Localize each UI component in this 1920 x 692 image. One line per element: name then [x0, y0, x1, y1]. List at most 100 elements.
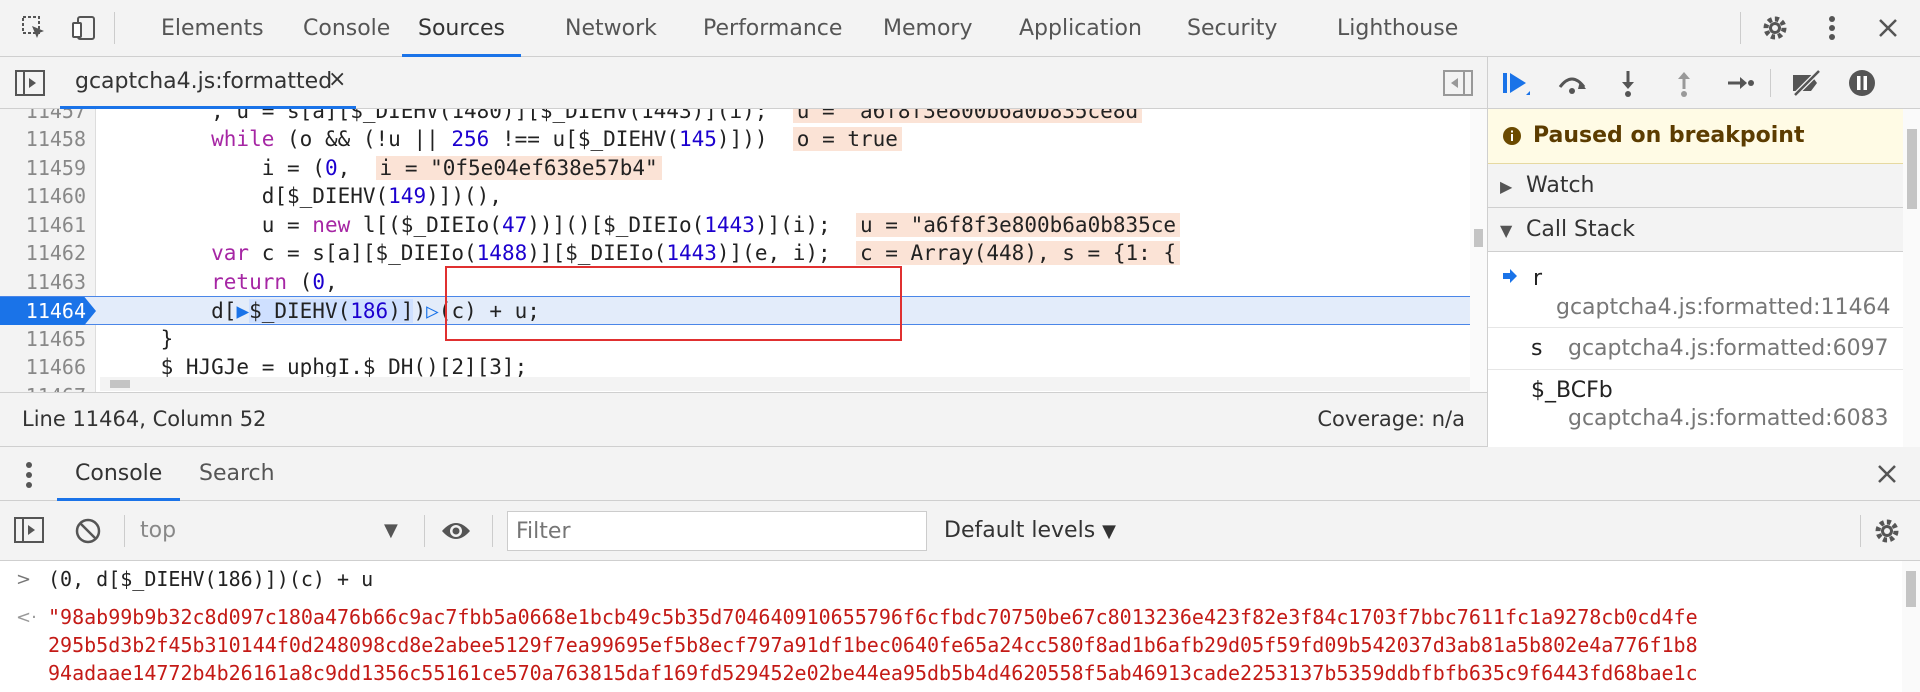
- frame-location[interactable]: gcaptcha4.js:formatted:11464: [1556, 295, 1891, 320]
- inspect-element-icon[interactable]: [16, 10, 52, 46]
- inline-value: o = true: [792, 127, 902, 151]
- debugger-toolbar: [1488, 57, 1920, 109]
- sidebar-vertical-scrollbar[interactable]: [1903, 109, 1920, 447]
- tab-sources[interactable]: Sources: [402, 0, 522, 57]
- devtools-toolbar: Elements Console Sources Network Perform…: [0, 0, 1920, 57]
- line-number[interactable]: 11461: [0, 211, 86, 239]
- code-text: var c = s[a][$_DIEIo(1488)][$_DIEIo(1443…: [110, 239, 1181, 267]
- console-output[interactable]: > (0, d[$_DIEHV(186)])(c) + u <· "98ab99…: [0, 561, 1920, 692]
- line-number[interactable]: 11466: [0, 353, 86, 381]
- scrollbar-thumb[interactable]: [110, 380, 130, 388]
- editor-vertical-scrollbar[interactable]: [1470, 109, 1487, 392]
- console-input-echo: (0, d[$_DIEHV(186)])(c) + u: [48, 567, 374, 591]
- line-number[interactable]: 11459: [0, 154, 86, 182]
- scrollbar-thumb[interactable]: [1474, 229, 1483, 247]
- drawer-tab-search[interactable]: Search: [199, 447, 275, 501]
- watch-pane-header[interactable]: ▶ Watch: [1488, 164, 1903, 208]
- scrollbar-thumb[interactable]: [1906, 571, 1916, 607]
- frame-location[interactable]: gcaptcha4.js:formatted:6083: [1568, 406, 1889, 431]
- annotation-highlight-box: [445, 266, 902, 341]
- scrollbar-thumb[interactable]: [1907, 129, 1917, 209]
- more-options-icon[interactable]: [1814, 10, 1850, 46]
- console-settings-gear-icon[interactable]: [1872, 516, 1902, 550]
- settings-gear-icon[interactable]: [1757, 10, 1793, 46]
- code-text: u = new l[($_DIEIo(47))]()[$_DIEIo(1443)…: [110, 211, 1181, 239]
- code-text: , u = s[a][$_DIEHV(1480)][$_DIEHV(1443)]…: [110, 109, 1143, 125]
- console-vertical-scrollbar[interactable]: [1902, 561, 1920, 692]
- call-frame[interactable]: $_BCFb gcaptcha4.js:formatted:6083: [1488, 370, 1903, 447]
- tab-network[interactable]: Network: [565, 0, 657, 57]
- tab-lighthouse[interactable]: Lighthouse: [1337, 0, 1458, 57]
- result-prompt-icon: <·: [16, 607, 37, 628]
- tab-console[interactable]: Console: [303, 0, 390, 57]
- inline-breakpoint-icon[interactable]: ▷: [426, 299, 439, 323]
- drawer-menu-icon[interactable]: [24, 461, 34, 493]
- pause-on-exceptions-icon[interactable]: [1844, 65, 1880, 101]
- line-number[interactable]: 11464: [0, 297, 86, 325]
- drawer-tab-console[interactable]: Console: [57, 447, 181, 501]
- step-icon[interactable]: [1722, 65, 1758, 101]
- code-line: 11462 var c = s[a][$_DIEIo(1488)][$_DIEI…: [0, 239, 1470, 268]
- resume-icon[interactable]: [1498, 65, 1534, 101]
- line-number[interactable]: 11457: [0, 109, 86, 125]
- inline-value: c = Array(448), s = {1: {: [855, 241, 1181, 265]
- close-file-tab-icon[interactable]: ×: [328, 67, 346, 92]
- frame-function: s: [1531, 336, 1543, 361]
- tab-memory[interactable]: Memory: [883, 0, 972, 57]
- file-tab[interactable]: gcaptcha4.js:formatted ×: [60, 57, 356, 109]
- frame-location[interactable]: gcaptcha4.js:formatted:6097: [1568, 336, 1889, 361]
- code-line: 11457 , u = s[a][$_DIEHV(1480)][$_DIEHV(…: [0, 109, 1470, 126]
- line-number[interactable]: 11465: [0, 325, 86, 353]
- toolbar-divider: [1740, 12, 1741, 44]
- coverage-status[interactable]: Coverage: n/a: [1317, 407, 1465, 431]
- toggle-navigator-icon[interactable]: [12, 65, 48, 101]
- callstack-label: Call Stack: [1526, 217, 1635, 242]
- step-over-icon[interactable]: [1554, 65, 1590, 101]
- editor-status-bar: Line 11464, Column 52 Coverage: n/a: [0, 392, 1487, 447]
- step-out-icon[interactable]: [1666, 65, 1702, 101]
- line-number[interactable]: 11458: [0, 125, 86, 153]
- deactivate-breakpoints-icon[interactable]: [1788, 65, 1824, 101]
- frame-function: $_BCFb: [1531, 378, 1613, 403]
- expand-arrow-icon: ▶: [1500, 177, 1513, 196]
- debugger-sidebar: Paused on breakpoint ▶ Watch ▼ Call Stac…: [1487, 57, 1920, 447]
- tab-performance[interactable]: Performance: [703, 0, 842, 57]
- call-frame-current[interactable]: r gcaptcha4.js:formatted:11464: [1488, 252, 1903, 328]
- tab-security[interactable]: Security: [1187, 0, 1277, 57]
- line-number[interactable]: 11467: [0, 382, 86, 392]
- line-number[interactable]: 11460: [0, 182, 86, 210]
- log-levels-dropdown[interactable]: Default levels ▼: [944, 513, 1116, 550]
- line-number[interactable]: 11463: [0, 268, 86, 296]
- toolbar-divider: [124, 515, 125, 547]
- inline-value: u = "a6f8f3e800b6a0b835ce: [856, 213, 1181, 237]
- code-line: 11461 u = new l[($_DIEIo(47))]()[$_DIEIo…: [0, 211, 1470, 240]
- live-expression-eye-icon[interactable]: [440, 519, 472, 547]
- callstack-pane-header[interactable]: ▼ Call Stack: [1488, 208, 1903, 252]
- code-line: 11458 while (o && (!u || 256 !== u[$_DIE…: [0, 125, 1470, 154]
- toggle-debugger-sidebar-icon[interactable]: [1440, 65, 1476, 101]
- tab-application[interactable]: Application: [1019, 0, 1142, 57]
- console-filter-input[interactable]: [507, 511, 927, 551]
- inline-value: i = "0f5e04ef638e57b4": [375, 156, 662, 180]
- editor-horizontal-scrollbar[interactable]: [100, 377, 1470, 391]
- inline-breakpoint-icon[interactable]: ▶: [236, 299, 249, 323]
- close-devtools-icon[interactable]: [1870, 10, 1906, 46]
- sources-file-tabbar: gcaptcha4.js:formatted ×: [0, 57, 1487, 109]
- execution-context-select[interactable]: top: [140, 513, 410, 549]
- toolbar-divider: [492, 515, 493, 547]
- log-levels-label: Default levels: [944, 518, 1096, 543]
- clear-console-icon[interactable]: [74, 517, 102, 549]
- input-prompt-icon: >: [16, 569, 32, 590]
- tab-elements[interactable]: Elements: [161, 0, 264, 57]
- code-text: while (o && (!u || 256 !== u[$_DIEHV(145…: [110, 125, 902, 153]
- current-frame-arrow-icon: [1503, 269, 1517, 283]
- line-number[interactable]: 11462: [0, 239, 86, 267]
- call-frame[interactable]: s gcaptcha4.js:formatted:6097: [1488, 328, 1903, 370]
- step-into-icon[interactable]: [1610, 65, 1646, 101]
- device-toolbar-icon[interactable]: [66, 10, 102, 46]
- close-drawer-icon[interactable]: [1876, 463, 1898, 489]
- toolbar-divider: [114, 12, 115, 44]
- show-console-sidebar-icon[interactable]: [14, 517, 44, 547]
- code-editor[interactable]: 11457 , u = s[a][$_DIEHV(1480)][$_DIEHV(…: [0, 109, 1487, 392]
- file-tab-label: gcaptcha4.js:formatted: [75, 69, 333, 94]
